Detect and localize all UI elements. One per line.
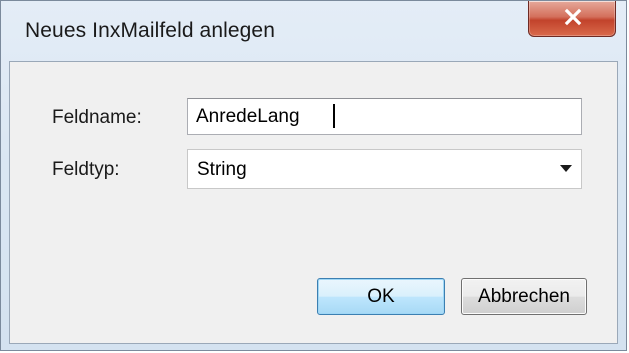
close-icon — [564, 8, 582, 26]
title-bar[interactable]: Neues InxMailfeld anlegen — [1, 1, 626, 61]
window-title: Neues InxMailfeld anlegen — [25, 19, 275, 42]
field-name-input[interactable] — [187, 98, 582, 135]
field-name-label: Feldname: — [52, 107, 142, 128]
field-type-label: Feldtyp: — [52, 159, 120, 180]
close-button[interactable] — [528, 1, 616, 37]
dialog-content: Feldname: Feldtyp: String OK Abbrechen — [9, 61, 618, 344]
ok-button[interactable]: OK — [317, 278, 445, 315]
field-type-select[interactable]: String — [187, 149, 582, 189]
chevron-down-icon — [560, 165, 572, 172]
text-caret — [333, 104, 335, 128]
field-type-value: String — [197, 159, 247, 180]
cancel-button[interactable]: Abbrechen — [461, 278, 587, 315]
dialog-window: Neues InxMailfeld anlegen Feldname: Feld… — [0, 0, 627, 351]
